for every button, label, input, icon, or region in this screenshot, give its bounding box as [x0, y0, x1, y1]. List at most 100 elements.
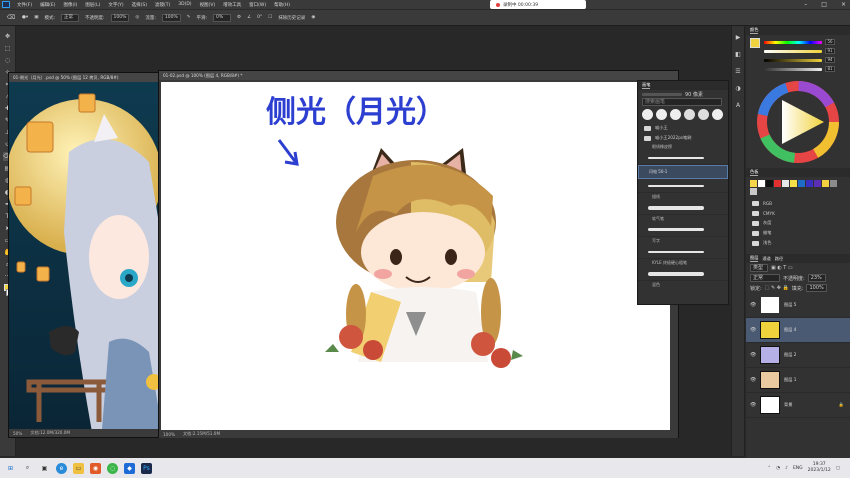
visibility-eye-icon[interactable]: 👁 — [750, 327, 756, 333]
document-tab-main[interactable]: 01-02.psd @ 100% (图层 4, RGB/8#) * — [159, 71, 678, 80]
layer-row[interactable]: 👁 图层 2 — [746, 343, 850, 368]
move-tool-icon[interactable]: ✥ — [3, 32, 13, 41]
color-swatch[interactable] — [790, 180, 797, 187]
tray-expand-icon[interactable]: ⌃ — [767, 466, 771, 471]
visibility-eye-icon[interactable]: 👁 — [750, 302, 756, 308]
color-fg-chip[interactable] — [750, 38, 760, 48]
alpha-value[interactable]: 81 — [825, 66, 835, 72]
lasso-tool-icon[interactable]: ◌ — [3, 56, 13, 65]
saturation-value[interactable]: 91 — [825, 48, 835, 54]
brightness-value[interactable]: 94 — [825, 57, 835, 63]
color-triangle[interactable] — [782, 100, 824, 144]
alpha-slider[interactable] — [764, 67, 822, 71]
zoom-readout[interactable]: 100% — [163, 432, 175, 437]
menu-plugins[interactable]: 增效工具 — [219, 2, 245, 8]
mode-select[interactable]: 正常 — [60, 13, 79, 22]
brush-panel-header[interactable]: 画笔 — [638, 81, 728, 90]
wechat-icon[interactable]: ◌ — [107, 462, 118, 474]
opacity-input[interactable]: 100% — [110, 13, 130, 22]
marquee-tool-icon[interactable]: ⬚ — [3, 44, 13, 53]
windows-start-icon[interactable]: ⊞ — [5, 463, 16, 474]
task-view-icon[interactable]: ▣ — [39, 463, 50, 474]
photoshop-taskbar-icon[interactable]: Ps — [141, 462, 152, 474]
pressure-opacity-icon[interactable]: ◎ — [135, 15, 139, 20]
menu-type[interactable]: 文字(Y) — [104, 2, 127, 8]
menu-help[interactable]: 帮助(H) — [270, 2, 294, 8]
minimize-icon[interactable]: – — [804, 1, 807, 8]
brush-preset[interactable] — [638, 267, 728, 281]
color-swatch[interactable] — [758, 180, 765, 187]
airbrush-icon[interactable]: ✎ — [187, 15, 191, 20]
brush-preset[interactable] — [638, 201, 728, 215]
brush-preset-icon[interactable]: ●▾ — [22, 15, 28, 20]
recording-indicator[interactable]: 录制中 00:00:39 — [490, 0, 586, 9]
search-icon[interactable]: ⌕ — [22, 463, 33, 474]
brush-preset-selected[interactable]: 闪电 50-1 — [638, 165, 728, 179]
color-swatch[interactable] — [830, 180, 837, 187]
browser-icon[interactable]: e — [56, 462, 67, 474]
volume-icon[interactable]: ♪ — [785, 466, 788, 471]
angle-value[interactable]: 0° — [257, 15, 262, 20]
app-icon[interactable]: ◆ — [124, 462, 135, 474]
document-tab-reference[interactable]: 01-侧光（月光）.psd @ 50% (图层 12 拷贝, RGB/8#) — [9, 73, 162, 82]
menu-filter[interactable]: 滤镜(T) — [151, 2, 174, 8]
menu-3d[interactable]: 3D(D) — [174, 2, 195, 7]
layer-row[interactable]: 👁 图层 5 — [746, 293, 850, 318]
smooth-input[interactable]: 0% — [213, 13, 232, 22]
brush-size-slider[interactable] — [642, 92, 682, 96]
color-panel-header[interactable]: 颜色 — [746, 26, 850, 35]
color-swatch[interactable] — [774, 180, 781, 187]
app-icon[interactable]: ◉ — [90, 462, 101, 474]
flow-input[interactable]: 100% — [161, 13, 181, 22]
menu-window[interactable]: 窗口(W) — [245, 2, 270, 8]
blend-mode-select[interactable]: 正常 — [750, 274, 780, 282]
hue-value[interactable]: 56 — [825, 39, 835, 45]
layer-filter-select[interactable]: 类型 — [750, 264, 768, 272]
recent-brush-tip[interactable] — [670, 109, 681, 120]
color-swatch[interactable] — [750, 180, 757, 187]
color-swatch[interactable] — [806, 180, 813, 187]
color-swatch[interactable] — [814, 180, 821, 187]
eraser-tool-icon[interactable]: ⌫ — [6, 13, 16, 22]
color-swatch[interactable] — [822, 180, 829, 187]
recent-brush-tip[interactable] — [698, 109, 709, 120]
menu-edit[interactable]: 编辑(E) — [36, 2, 59, 8]
swatch-folder[interactable]: 蜡笔 — [746, 228, 850, 238]
swatch-folder[interactable]: 浅色 — [746, 238, 850, 248]
brush-group-main[interactable]: 喵小王 — [638, 123, 728, 133]
smooth-settings-icon[interactable]: ⚙ — [237, 15, 241, 20]
brush-settings-icon[interactable]: ▣ — [34, 15, 38, 20]
brush-search-row[interactable]: 搜索画笔 — [638, 98, 728, 106]
layer-row[interactable]: 👁 背景 🔒 — [746, 393, 850, 418]
brush-size-value[interactable]: 90 像素 — [685, 91, 703, 98]
swatch-folder[interactable]: RGB — [746, 198, 850, 208]
notification-icon[interactable]: ▢ — [836, 466, 840, 471]
swatch-folder[interactable]: CMYK — [746, 208, 850, 218]
erase-history-checkbox[interactable]: ☐ — [268, 15, 272, 20]
swatch-folder[interactable]: 灰度 — [746, 218, 850, 228]
saturation-slider[interactable] — [764, 49, 822, 53]
visibility-eye-icon[interactable]: 👁 — [750, 402, 756, 408]
recent-brush-tip[interactable] — [642, 109, 653, 120]
layer-row[interactable]: 👁 图层 1 — [746, 368, 850, 393]
brush-size-row[interactable]: 90 像素 — [638, 90, 728, 98]
maximize-icon[interactable]: □ — [821, 1, 827, 8]
tab-paths[interactable]: 路径 — [775, 256, 783, 262]
recent-brush-tip[interactable] — [656, 109, 667, 120]
canvas[interactable]: 侧光（月光） — [161, 82, 670, 430]
zoom-readout[interactable]: 50% — [13, 431, 22, 436]
adjustments-icon[interactable]: ◑ — [735, 85, 740, 92]
recent-brush-tip[interactable] — [712, 109, 723, 120]
close-icon[interactable]: × — [841, 1, 846, 8]
filter-icons[interactable]: ▣ ◐ T ▭ — [771, 265, 793, 271]
menu-view[interactable]: 视图(V) — [196, 2, 220, 8]
brush-preset[interactable] — [638, 151, 728, 165]
tab-channels[interactable]: 通道 — [762, 256, 770, 262]
menu-layer[interactable]: 图层(L) — [81, 2, 104, 8]
angle-icon[interactable]: ∠ — [247, 15, 251, 20]
brush-preset[interactable] — [638, 223, 728, 237]
recent-brush-tip[interactable] — [684, 109, 695, 120]
history-icon[interactable]: ◧ — [735, 51, 741, 58]
brush-preset[interactable] — [638, 179, 728, 193]
visibility-eye-icon[interactable]: 👁 — [750, 352, 756, 358]
